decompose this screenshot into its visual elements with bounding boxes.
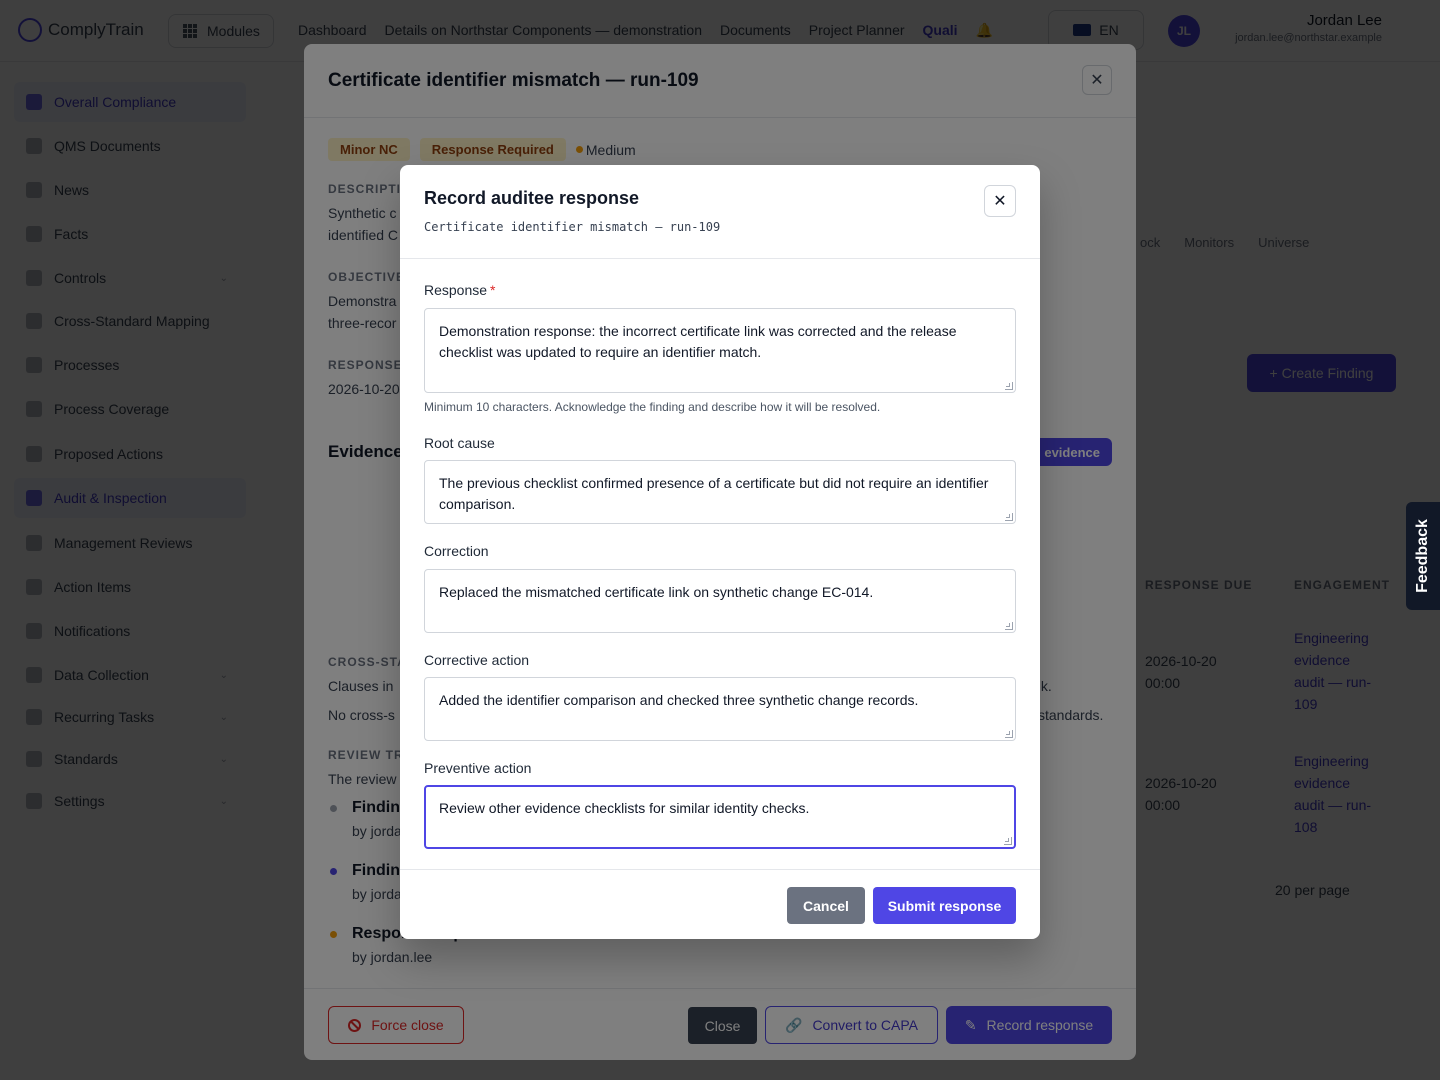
submit-response-button[interactable]: Submit response <box>873 887 1016 924</box>
preventive-action-textarea[interactable]: Review other evidence checklists for sim… <box>424 785 1016 849</box>
response-modal-header: Record auditee response Certificate iden… <box>400 165 1040 259</box>
corrective-action-textarea[interactable]: Added the identifier comparison and chec… <box>424 677 1016 741</box>
response-helper-text: Minimum 10 characters. Acknowledge the f… <box>424 400 881 414</box>
required-marker: * <box>490 282 496 298</box>
cancel-button[interactable]: Cancel <box>787 887 865 924</box>
root-cause-value: The previous checklist confirmed presenc… <box>439 475 989 512</box>
feedback-tab[interactable]: Feedback <box>1406 502 1440 610</box>
preventive-action-value: Review other evidence checklists for sim… <box>439 800 810 816</box>
feedback-label: Feedback <box>1414 519 1431 593</box>
resize-handle-icon[interactable] <box>1004 837 1012 845</box>
corrective-action-value: Added the identifier comparison and chec… <box>439 692 919 708</box>
root-cause-textarea[interactable]: The previous checklist confirmed presenc… <box>424 460 1016 524</box>
record-response-modal: Record auditee response Certificate iden… <box>400 165 1040 939</box>
correction-label: Correction <box>424 543 489 559</box>
root-cause-label: Root cause <box>424 435 495 451</box>
resize-handle-icon[interactable] <box>1005 730 1013 738</box>
preventive-action-label: Preventive action <box>424 760 532 776</box>
response-value: Demonstration response: the incorrect ce… <box>439 323 957 360</box>
response-label: Response * <box>424 282 496 298</box>
response-label-text: Response <box>424 282 488 298</box>
close-icon[interactable]: ✕ <box>984 185 1016 217</box>
correction-value: Replaced the mismatched certificate link… <box>439 584 874 600</box>
resize-handle-icon[interactable] <box>1005 513 1013 521</box>
response-modal-footer: Cancel Submit response <box>400 869 1040 939</box>
response-textarea[interactable]: Demonstration response: the incorrect ce… <box>424 308 1016 393</box>
correction-textarea[interactable]: Replaced the mismatched certificate link… <box>424 569 1016 633</box>
response-modal-subtitle: Certificate identifier mismatch — run-10… <box>424 220 721 234</box>
resize-handle-icon[interactable] <box>1005 382 1013 390</box>
corrective-action-label: Corrective action <box>424 652 530 668</box>
resize-handle-icon[interactable] <box>1005 622 1013 630</box>
response-modal-title: Record auditee response <box>424 188 640 208</box>
